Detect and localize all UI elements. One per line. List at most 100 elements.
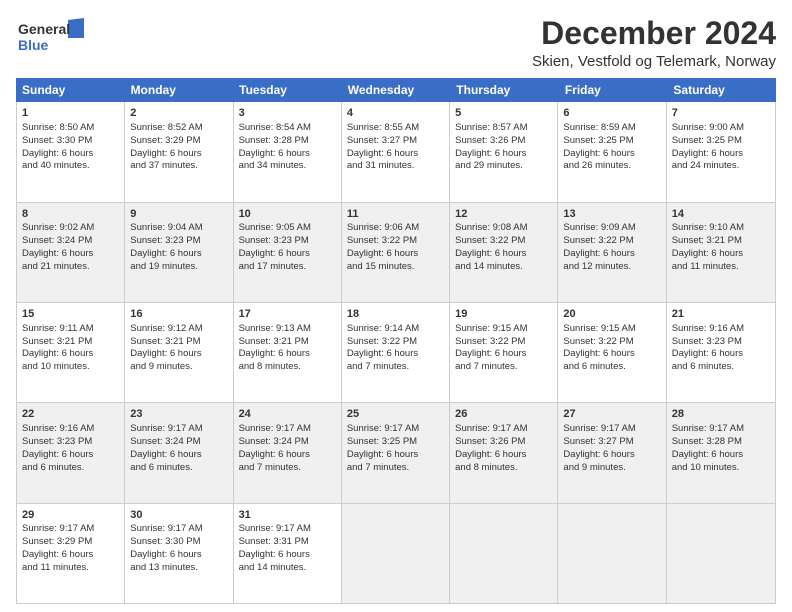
day-info-line: Sunset: 3:30 PM — [22, 135, 119, 148]
day-number: 19 — [455, 307, 552, 322]
day-info-line: Sunrise: 9:17 AM — [239, 423, 336, 436]
day-info-line: and 12 minutes. — [563, 261, 660, 274]
day-info-line: Daylight: 6 hours — [347, 148, 444, 161]
day-info-line: and 34 minutes. — [239, 160, 336, 173]
calendar-week-2: 8Sunrise: 9:02 AMSunset: 3:24 PMDaylight… — [17, 203, 775, 303]
day-cell-3: 3Sunrise: 8:54 AMSunset: 3:28 PMDaylight… — [234, 102, 342, 201]
day-info-line: and 7 minutes. — [347, 462, 444, 475]
day-number: 23 — [130, 407, 227, 422]
day-info-line: Sunrise: 8:59 AM — [563, 122, 660, 135]
day-info-line: Sunrise: 9:10 AM — [672, 222, 770, 235]
empty-cell — [558, 504, 666, 603]
calendar-header: SundayMondayTuesdayWednesdayThursdayFrid… — [16, 78, 776, 102]
day-info-line: Sunset: 3:26 PM — [455, 135, 552, 148]
day-cell-1: 1Sunrise: 8:50 AMSunset: 3:30 PMDaylight… — [17, 102, 125, 201]
title-block: December 2024 Skien, Vestfold og Telemar… — [532, 16, 776, 70]
day-number: 1 — [22, 106, 119, 121]
day-info-line: Sunset: 3:30 PM — [130, 536, 227, 549]
day-info-line: Sunrise: 9:17 AM — [239, 523, 336, 536]
day-cell-31: 31Sunrise: 9:17 AMSunset: 3:31 PMDayligh… — [234, 504, 342, 603]
svg-text:General: General — [18, 21, 70, 37]
day-number: 17 — [239, 307, 336, 322]
empty-cell — [667, 504, 775, 603]
day-number: 20 — [563, 307, 660, 322]
day-cell-17: 17Sunrise: 9:13 AMSunset: 3:21 PMDayligh… — [234, 303, 342, 402]
day-info-line: and 21 minutes. — [22, 261, 119, 274]
day-info-line: and 14 minutes. — [239, 562, 336, 575]
day-info-line: Daylight: 6 hours — [130, 449, 227, 462]
day-info-line: Sunrise: 9:06 AM — [347, 222, 444, 235]
day-number: 8 — [22, 207, 119, 222]
day-info-line: Sunset: 3:27 PM — [347, 135, 444, 148]
day-info-line: Sunrise: 9:08 AM — [455, 222, 552, 235]
day-cell-6: 6Sunrise: 8:59 AMSunset: 3:25 PMDaylight… — [558, 102, 666, 201]
day-info-line: Daylight: 6 hours — [239, 549, 336, 562]
logo-svg: GeneralBlue — [16, 16, 86, 56]
day-info-line: Daylight: 6 hours — [22, 549, 119, 562]
day-info-line: Sunrise: 9:14 AM — [347, 323, 444, 336]
day-info-line: Daylight: 6 hours — [455, 348, 552, 361]
day-info-line: Sunrise: 9:11 AM — [22, 323, 119, 336]
day-info-line: Sunrise: 9:17 AM — [130, 523, 227, 536]
calendar-week-3: 15Sunrise: 9:11 AMSunset: 3:21 PMDayligh… — [17, 303, 775, 403]
day-cell-15: 15Sunrise: 9:11 AMSunset: 3:21 PMDayligh… — [17, 303, 125, 402]
day-info-line: Daylight: 6 hours — [672, 449, 770, 462]
day-info-line: Sunset: 3:21 PM — [130, 336, 227, 349]
day-info-line: Sunset: 3:24 PM — [22, 235, 119, 248]
day-info-line: Sunset: 3:22 PM — [347, 336, 444, 349]
empty-cell — [450, 504, 558, 603]
day-info-line: Sunrise: 9:00 AM — [672, 122, 770, 135]
day-cell-14: 14Sunrise: 9:10 AMSunset: 3:21 PMDayligh… — [667, 203, 775, 302]
day-info-line: Daylight: 6 hours — [672, 348, 770, 361]
day-info-line: Sunset: 3:25 PM — [347, 436, 444, 449]
day-info-line: and 9 minutes. — [563, 462, 660, 475]
day-number: 4 — [347, 106, 444, 121]
day-info-line: Sunrise: 8:52 AM — [130, 122, 227, 135]
day-number: 13 — [563, 207, 660, 222]
day-number: 18 — [347, 307, 444, 322]
day-cell-10: 10Sunrise: 9:05 AMSunset: 3:23 PMDayligh… — [234, 203, 342, 302]
day-number: 27 — [563, 407, 660, 422]
day-number: 12 — [455, 207, 552, 222]
day-cell-30: 30Sunrise: 9:17 AMSunset: 3:30 PMDayligh… — [125, 504, 233, 603]
day-number: 29 — [22, 508, 119, 523]
day-info-line: and 37 minutes. — [130, 160, 227, 173]
day-number: 6 — [563, 106, 660, 121]
day-number: 11 — [347, 207, 444, 222]
day-info-line: Daylight: 6 hours — [455, 148, 552, 161]
day-info-line: and 10 minutes. — [672, 462, 770, 475]
day-info-line: Daylight: 6 hours — [130, 148, 227, 161]
day-number: 26 — [455, 407, 552, 422]
day-info-line: Daylight: 6 hours — [130, 348, 227, 361]
day-info-line: and 24 minutes. — [672, 160, 770, 173]
day-cell-23: 23Sunrise: 9:17 AMSunset: 3:24 PMDayligh… — [125, 403, 233, 502]
day-number: 16 — [130, 307, 227, 322]
weekday-header-thursday: Thursday — [450, 78, 559, 102]
day-number: 3 — [239, 106, 336, 121]
day-cell-26: 26Sunrise: 9:17 AMSunset: 3:26 PMDayligh… — [450, 403, 558, 502]
day-info-line: and 11 minutes. — [22, 562, 119, 575]
day-number: 2 — [130, 106, 227, 121]
day-cell-9: 9Sunrise: 9:04 AMSunset: 3:23 PMDaylight… — [125, 203, 233, 302]
day-cell-7: 7Sunrise: 9:00 AMSunset: 3:25 PMDaylight… — [667, 102, 775, 201]
day-info-line: and 6 minutes. — [130, 462, 227, 475]
day-info-line: Sunrise: 9:17 AM — [455, 423, 552, 436]
calendar-week-5: 29Sunrise: 9:17 AMSunset: 3:29 PMDayligh… — [17, 504, 775, 603]
day-info-line: Sunrise: 8:57 AM — [455, 122, 552, 135]
day-info-line: Daylight: 6 hours — [130, 549, 227, 562]
day-info-line: and 6 minutes. — [672, 361, 770, 374]
day-info-line: and 9 minutes. — [130, 361, 227, 374]
day-info-line: and 14 minutes. — [455, 261, 552, 274]
day-info-line: and 40 minutes. — [22, 160, 119, 173]
day-info-line: Sunrise: 9:09 AM — [563, 222, 660, 235]
day-info-line: Sunrise: 9:05 AM — [239, 222, 336, 235]
day-number: 10 — [239, 207, 336, 222]
day-cell-8: 8Sunrise: 9:02 AMSunset: 3:24 PMDaylight… — [17, 203, 125, 302]
header: GeneralBlue December 2024 Skien, Vestfol… — [16, 16, 776, 70]
day-info-line: Sunrise: 9:13 AM — [239, 323, 336, 336]
day-info-line: Sunrise: 9:15 AM — [455, 323, 552, 336]
day-info-line: and 13 minutes. — [130, 562, 227, 575]
day-info-line: and 7 minutes. — [347, 361, 444, 374]
page: GeneralBlue December 2024 Skien, Vestfol… — [0, 0, 792, 612]
day-number: 21 — [672, 307, 770, 322]
